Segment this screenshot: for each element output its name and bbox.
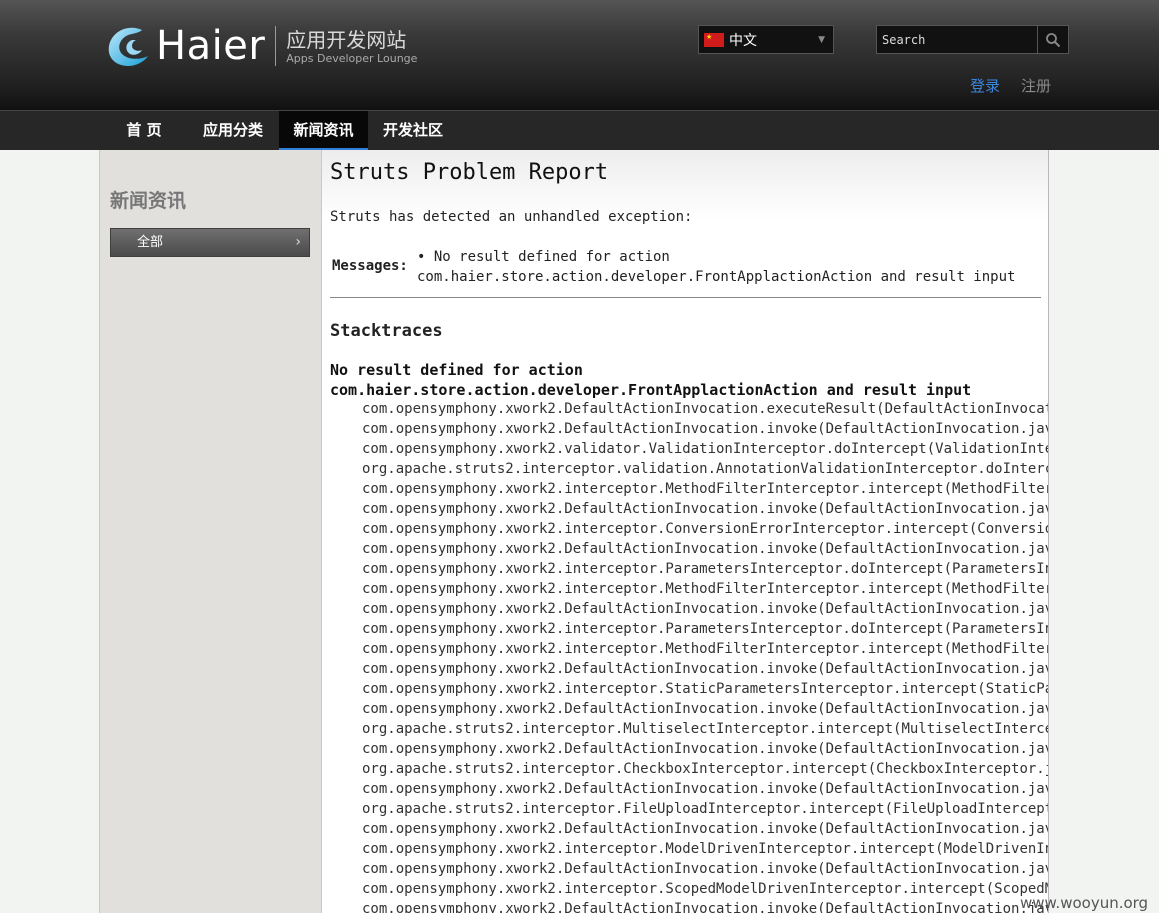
- messages-body: • No result defined for action com.haier…: [417, 247, 1015, 287]
- haier-logo[interactable]: Haier 应用开发网站 Apps Developer Lounge: [106, 22, 417, 70]
- divider: [330, 297, 1041, 298]
- watermark: www.wooyun.org: [1020, 894, 1149, 912]
- stack-frame: org.apache.struts2.interceptor.CheckboxI…: [362, 761, 1049, 777]
- stack-frame: com.opensymphony.xwork2.interceptor.Conv…: [362, 521, 1049, 537]
- sidebar-item-label: 全部: [137, 235, 164, 250]
- stack-frame: com.opensymphony.xwork2.validator.Valida…: [362, 441, 1049, 457]
- logo-wordmark: Haier: [156, 23, 266, 69]
- stack-frame: com.opensymphony.xwork2.DefaultActionInv…: [362, 421, 1049, 437]
- error-line: com.haier.store.action.developer.FrontAp…: [330, 381, 972, 399]
- stack-frame: com.opensymphony.xwork2.DefaultActionInv…: [362, 821, 1049, 837]
- language-label: 中文: [729, 32, 757, 49]
- stack-frame: com.opensymphony.xwork2.interceptor.Meth…: [362, 641, 1049, 657]
- search-input[interactable]: [877, 26, 1037, 53]
- stack-frame: org.apache.struts2.interceptor.FileUploa…: [362, 801, 1049, 817]
- stack-frame: com.opensymphony.xwork2.interceptor.Stat…: [362, 681, 1049, 697]
- main-nav: 首 页 应用分类 新闻资讯 开发社区: [0, 110, 1159, 150]
- stack-frame: com.opensymphony.xwork2.DefaultActionInv…: [362, 401, 1049, 417]
- language-select[interactable]: 中文 ▼: [698, 25, 834, 54]
- stack-frame: com.opensymphony.xwork2.interceptor.Meth…: [362, 481, 1049, 497]
- logo-divider: [275, 26, 277, 66]
- stack-frame: com.opensymphony.xwork2.DefaultActionInv…: [362, 701, 1049, 717]
- stack-frame: com.opensymphony.xwork2.DefaultActionInv…: [362, 781, 1049, 797]
- site-header: Haier 应用开发网站 Apps Developer Lounge 中文 ▼ …: [0, 0, 1159, 110]
- page-title: Struts Problem Report: [330, 160, 609, 185]
- chevron-down-icon: ▼: [818, 34, 825, 45]
- site-name-en: Apps Developer Lounge: [286, 51, 418, 65]
- stack-frame: com.opensymphony.xwork2.DefaultActionInv…: [362, 501, 1049, 517]
- error-report-panel: Struts Problem Report Struts has detecte…: [321, 150, 1049, 913]
- site-name-cn: 应用开发网站: [286, 27, 407, 52]
- nav-item-home[interactable]: 首 页: [112, 111, 176, 150]
- message-line: com.haier.store.action.developer.FrontAp…: [417, 269, 1016, 285]
- register-link[interactable]: 注册: [1021, 75, 1051, 96]
- stack-frame-list: com.opensymphony.xwork2.DefaultActionInv…: [362, 399, 1049, 913]
- stack-frame: com.opensymphony.xwork2.interceptor.Meth…: [362, 581, 1049, 597]
- stack-frame: org.apache.struts2.interceptor.Multisele…: [362, 721, 1049, 737]
- search-button[interactable]: [1037, 26, 1068, 53]
- stack-frame: com.opensymphony.xwork2.interceptor.Mode…: [362, 841, 1049, 857]
- sidebar: 新闻资讯 全部 ›: [99, 150, 321, 913]
- stacktraces-heading: Stacktraces: [330, 321, 443, 341]
- chevron-right-icon: ›: [295, 234, 301, 250]
- stack-frame: com.opensymphony.xwork2.interceptor.Scop…: [362, 881, 1049, 897]
- stack-frame: com.opensymphony.xwork2.interceptor.Para…: [362, 621, 1049, 637]
- search-icon: [1046, 32, 1061, 47]
- login-link[interactable]: 登录: [970, 75, 1000, 96]
- nav-item-dev-community[interactable]: 开发社区: [374, 111, 452, 150]
- logo-subtitle: 应用开发网站 Apps Developer Lounge: [286, 28, 417, 65]
- messages-label: Messages:: [332, 258, 408, 274]
- message-line: • No result defined for action: [417, 249, 670, 265]
- stack-frame: com.opensymphony.xwork2.DefaultActionInv…: [362, 601, 1049, 617]
- stack-frame: org.apache.struts2.interceptor.validatio…: [362, 461, 1049, 477]
- search-box: [876, 25, 1069, 54]
- stack-frame: com.opensymphony.xwork2.DefaultActionInv…: [362, 661, 1049, 677]
- china-flag-icon: [704, 32, 724, 47]
- error-line: No result defined for action: [330, 361, 583, 379]
- stack-frame: com.opensymphony.xwork2.DefaultActionInv…: [362, 901, 1049, 913]
- haier-wave-icon: [106, 24, 150, 68]
- stacktrace-error: No result defined for action com.haier.s…: [330, 360, 971, 400]
- stack-frame: com.opensymphony.xwork2.DefaultActionInv…: [362, 541, 1049, 557]
- stack-frame: com.opensymphony.xwork2.interceptor.Para…: [362, 561, 1049, 577]
- sidebar-title: 新闻资讯: [110, 190, 187, 212]
- stack-frame: com.opensymphony.xwork2.DefaultActionInv…: [362, 861, 1049, 877]
- report-intro: Struts has detected an unhandled excepti…: [330, 209, 693, 225]
- stack-frame: com.opensymphony.xwork2.DefaultActionInv…: [362, 741, 1049, 757]
- sidebar-item-all[interactable]: 全部 ›: [110, 228, 310, 257]
- nav-item-app-categories[interactable]: 应用分类: [194, 111, 272, 150]
- nav-item-news[interactable]: 新闻资讯: [279, 111, 368, 150]
